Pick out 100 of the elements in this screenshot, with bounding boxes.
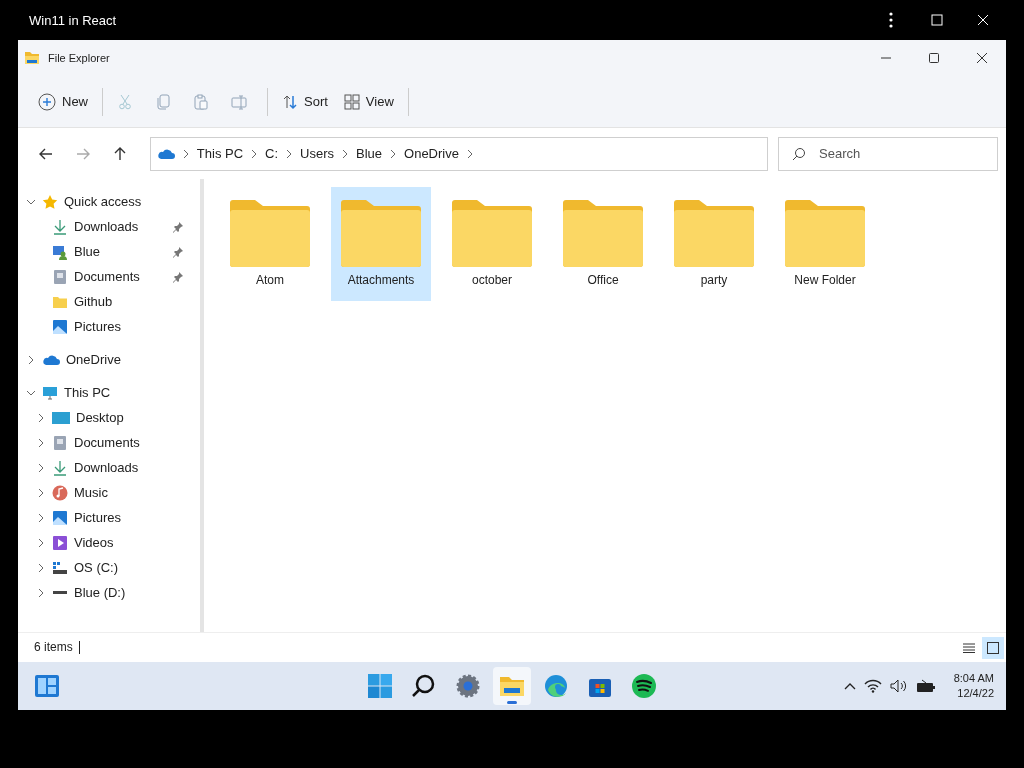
sidebar-item[interactable]: Documents (18, 430, 200, 455)
list-icon (963, 642, 975, 653)
scissors-icon (117, 93, 133, 110)
breadcrumb-item[interactable]: This PC (196, 146, 244, 161)
folder-icon (24, 50, 40, 66)
sidebar-item[interactable]: OneDrive (18, 347, 200, 372)
maximize-icon (931, 14, 943, 26)
cloud-icon (156, 147, 175, 160)
document-icon (52, 268, 68, 285)
folder-name: New Folder (794, 273, 856, 287)
sidebar-item[interactable]: Downloads (18, 455, 200, 480)
folder-item[interactable]: Attachments (331, 187, 431, 301)
folder-icon (450, 199, 534, 267)
folder-icon (672, 199, 756, 267)
browser-icon (542, 673, 569, 699)
window-title: File Explorer (48, 52, 111, 64)
sidebar-item[interactable]: Blue (18, 239, 200, 264)
folder-icon (561, 199, 645, 267)
folder-item[interactable]: october (442, 187, 542, 301)
music-icon (52, 484, 68, 501)
new-button[interactable]: New (32, 85, 94, 118)
pin-icon (172, 245, 184, 258)
sidebar-item[interactable]: Pictures (18, 314, 200, 339)
sidebar-item[interactable]: This PC (18, 380, 200, 405)
folder-name: party (700, 273, 728, 287)
expand-chevron-icon[interactable] (36, 487, 46, 498)
close-icon (977, 14, 989, 26)
maximize-icon (929, 53, 939, 63)
wifi-icon (863, 679, 882, 693)
folder-icon (783, 199, 867, 267)
folder-item[interactable]: Atom (220, 187, 320, 301)
minimize-icon (881, 57, 891, 59)
expand-chevron-icon[interactable] (36, 437, 46, 448)
battery-icon (915, 679, 936, 693)
widgets-icon (34, 674, 60, 698)
copy-icon (155, 93, 171, 110)
breadcrumb-item[interactable]: C: (265, 146, 279, 161)
folder-icon (339, 199, 423, 267)
rename-icon (231, 93, 247, 110)
grid-icon (343, 93, 360, 110)
sidebar-item[interactable]: Videos (18, 530, 200, 555)
expand-chevron-icon[interactable] (36, 412, 46, 423)
sidebar-item[interactable]: Music (18, 480, 200, 505)
sidebar-item[interactable]: Desktop (18, 405, 200, 430)
folder-icon (228, 199, 312, 267)
volume-icon (889, 679, 908, 693)
document-icon (52, 434, 68, 451)
pin-icon (172, 270, 184, 283)
expand-chevron-icon[interactable] (26, 354, 36, 365)
monitor-icon (42, 384, 58, 401)
folder-item[interactable]: Office (553, 187, 653, 301)
breadcrumb-item[interactable]: Blue (356, 146, 383, 161)
search-field[interactable]: Search (778, 136, 998, 171)
sidebar-item[interactable]: Blue (D:) (18, 580, 200, 605)
sort-button[interactable]: Sort (276, 85, 334, 118)
search-icon (792, 146, 806, 161)
user-folder-icon (52, 243, 68, 260)
breadcrumb-item[interactable]: Users (300, 146, 334, 161)
window-title: Win11 in React (29, 12, 118, 28)
sort-icon (282, 93, 298, 110)
item-count: 6 items (34, 641, 80, 654)
picture-icon (52, 318, 68, 335)
more-icon (889, 12, 893, 28)
music-app-icon (630, 673, 657, 699)
pin-icon (172, 220, 184, 233)
sidebar-item[interactable]: Github (18, 289, 200, 314)
plus-circle-icon (38, 92, 56, 111)
sidebar-item[interactable]: Quick access (18, 189, 200, 214)
expand-chevron-icon[interactable] (36, 462, 46, 473)
download-icon (52, 218, 68, 235)
folder-name: Atom (256, 273, 284, 287)
video-icon (52, 534, 68, 551)
address-bar[interactable]: This PC C: Users Blue OneDrive (149, 136, 768, 171)
expand-chevron-icon[interactable] (36, 587, 46, 598)
tile-view-button[interactable] (982, 636, 1004, 659)
sidebar-item[interactable]: Pictures (18, 505, 200, 530)
expand-chevron-icon[interactable] (36, 512, 46, 523)
folder-item[interactable]: party (664, 187, 764, 301)
breadcrumb-item[interactable]: OneDrive (404, 146, 459, 161)
download-icon (52, 459, 68, 476)
cloud-icon (42, 353, 60, 366)
settings-icon (454, 673, 481, 699)
clock-date: 12/4/22 (957, 686, 994, 701)
expand-chevron-icon[interactable] (340, 148, 350, 159)
clipboard-icon (193, 93, 209, 110)
square-icon (987, 641, 999, 654)
picture-icon (52, 509, 68, 526)
search-icon (410, 673, 437, 699)
folder-name: october (472, 273, 512, 287)
drive-icon (53, 591, 67, 594)
expand-chevron-icon[interactable] (36, 562, 46, 573)
sidebar-item[interactable]: Downloads (18, 214, 200, 239)
drive-icon (52, 559, 68, 576)
expand-chevron-icon[interactable] (36, 537, 46, 548)
sidebar-item[interactable]: OS (C:) (18, 555, 200, 580)
desktop-icon (52, 410, 70, 425)
sidebar-item[interactable]: Documents (18, 264, 200, 289)
folder-item[interactable]: New Folder (775, 187, 875, 301)
star-icon (42, 193, 58, 210)
view-button[interactable]: View (337, 85, 400, 118)
